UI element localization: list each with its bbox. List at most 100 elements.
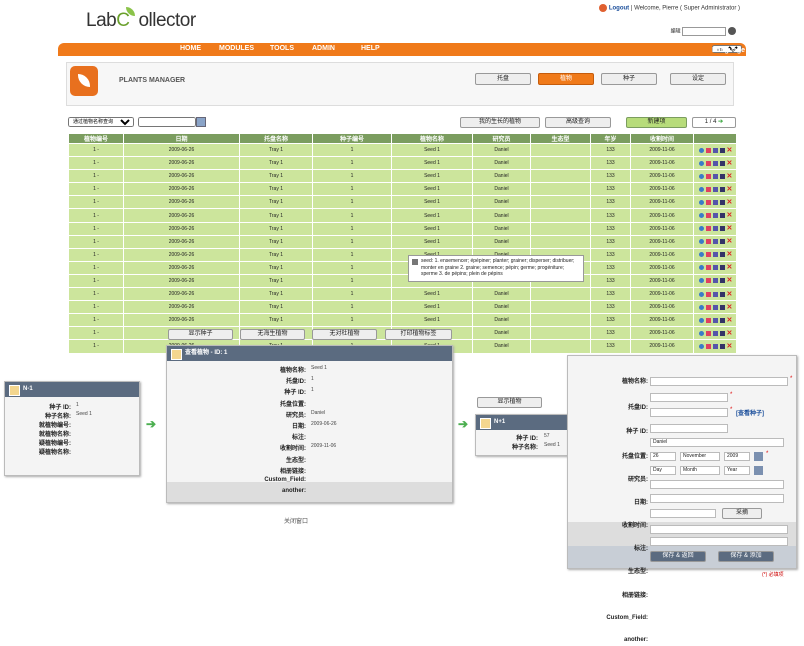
copy-icon[interactable] (712, 186, 718, 192)
close-window-link[interactable]: 关闭窗口 (284, 516, 308, 525)
copy-icon[interactable] (712, 226, 718, 232)
delete-icon[interactable]: ✕ (727, 225, 733, 232)
delete-icon[interactable]: ✕ (727, 251, 733, 258)
table-row[interactable]: 1 -2009-06-26Tray 11Seed 1Daniel1332009-… (68, 195, 737, 210)
copy-icon[interactable] (712, 317, 718, 323)
ecotype-input[interactable] (650, 494, 784, 503)
barcode-icon[interactable] (719, 343, 725, 349)
harvest-year-select[interactable]: Year (724, 466, 750, 475)
barcode-icon[interactable] (719, 317, 725, 323)
edit-icon[interactable] (705, 173, 711, 179)
table-row[interactable]: 1 -2009-06-26Tray 11Seed 1Daniel1332009-… (68, 287, 737, 302)
search-icon[interactable] (196, 117, 206, 127)
delete-icon[interactable]: ✕ (727, 160, 733, 167)
harvest-month-select[interactable]: Month (680, 466, 720, 475)
tray-position-input[interactable] (650, 424, 728, 433)
search-field-select[interactable]: 通过植物名称查询 (68, 117, 134, 127)
barcode-icon[interactable] (719, 265, 725, 271)
edit-icon[interactable] (705, 330, 711, 336)
barcode-icon[interactable] (719, 226, 725, 232)
save-add-button[interactable]: 保存 & 添加 (718, 551, 774, 562)
column-header[interactable]: 收割时间 (630, 133, 694, 144)
view-icon[interactable] (698, 213, 704, 219)
edit-icon[interactable] (705, 343, 711, 349)
view-icon[interactable] (698, 278, 704, 284)
tab-settings[interactable]: 设定 (670, 73, 726, 85)
view-icon[interactable] (698, 199, 704, 205)
view-icon[interactable] (698, 173, 704, 179)
column-header[interactable] (693, 133, 737, 144)
another-input[interactable] (650, 537, 788, 546)
pager[interactable]: 1 / 4 ➔ (692, 117, 736, 128)
edit-icon[interactable] (705, 199, 711, 205)
table-row[interactable]: 1 -2009-06-26Tray 11Seed 1Daniel1332009-… (68, 169, 737, 184)
next-arrow-icon[interactable]: ➔ (718, 119, 723, 125)
edit-icon[interactable] (705, 291, 711, 297)
edit-icon[interactable] (705, 265, 711, 271)
delete-icon[interactable]: ✕ (727, 304, 733, 311)
edit-icon[interactable] (705, 239, 711, 245)
copy-icon[interactable] (712, 173, 718, 179)
view-icon[interactable] (698, 343, 704, 349)
table-row[interactable]: 1 -2009-06-26Tray 11Seed 1Daniel1332009-… (68, 260, 737, 275)
view-icon[interactable] (698, 330, 704, 336)
plant-name-input[interactable] (650, 377, 788, 386)
nav-modules[interactable]: MODULES (219, 45, 254, 52)
column-header[interactable]: 植物编号 (68, 133, 124, 144)
table-row[interactable]: 1 -2009-06-26Tray 11Seed 1Daniel1332009-… (68, 142, 737, 158)
copy-icon[interactable] (712, 304, 718, 310)
delete-icon[interactable]: ✕ (727, 147, 733, 154)
column-header[interactable]: 生态型 (530, 133, 591, 144)
column-header[interactable]: 托盘名称 (239, 133, 313, 144)
nav-help[interactable]: HELP (361, 45, 380, 52)
edit-icon[interactable] (705, 186, 711, 192)
save-back-button[interactable]: 保存 & 返回 (650, 551, 706, 562)
browse-button[interactable]: 采摘 (722, 508, 762, 519)
copy-icon[interactable] (712, 147, 718, 153)
view-icon[interactable] (698, 186, 704, 192)
researcher-select[interactable]: Daniel (650, 438, 784, 447)
tray-id-input[interactable] (650, 393, 728, 402)
delete-icon[interactable]: ✕ (727, 186, 733, 193)
copy-icon[interactable] (712, 330, 718, 336)
tab-seeds[interactable]: 种子 (601, 73, 657, 85)
barcode-icon[interactable] (719, 252, 725, 258)
copy-icon[interactable] (712, 278, 718, 284)
my-plants-button[interactable]: 我的生长的植物 (460, 117, 540, 128)
column-header[interactable]: 植物名称 (391, 133, 473, 144)
edit-icon[interactable] (705, 226, 711, 232)
barcode-icon[interactable] (719, 213, 725, 219)
delete-icon[interactable]: ✕ (727, 238, 733, 245)
barcode-icon[interactable] (719, 278, 725, 284)
date-day-select[interactable]: 26 (650, 452, 676, 461)
copy-icon[interactable] (712, 265, 718, 271)
table-row[interactable]: 1 -2009-06-26Tray 11Seed 1Daniel1332009-… (68, 182, 737, 197)
prev-plant-button[interactable]: 无海生植物 (240, 329, 305, 340)
delete-icon[interactable]: ✕ (727, 277, 733, 284)
view-icon[interactable] (698, 317, 704, 323)
table-row[interactable]: 1 -2009-06-26Tray 11Seed 1Daniel1332009-… (68, 247, 737, 262)
edit-icon[interactable] (705, 160, 711, 166)
barcode-icon[interactable] (719, 291, 725, 297)
delete-icon[interactable]: ✕ (727, 199, 733, 206)
view-icon[interactable] (698, 265, 704, 271)
edit-icon[interactable] (705, 252, 711, 258)
calendar-icon[interactable] (754, 466, 763, 475)
calendar-icon[interactable] (754, 452, 763, 461)
column-header[interactable]: 种子编号 (312, 133, 392, 144)
stepper-input[interactable] (682, 27, 727, 37)
view-icon[interactable] (698, 239, 704, 245)
bug-icon[interactable] (728, 27, 736, 35)
delete-icon[interactable]: ✕ (727, 291, 733, 298)
delete-icon[interactable]: ✕ (727, 317, 733, 324)
table-row[interactable]: 1 -2009-06-26Tray 11Seed 1Daniel1332009-… (68, 208, 737, 223)
nav-tools[interactable]: TOOLS (270, 45, 294, 52)
show-seed-button[interactable]: 显示种子 (168, 329, 233, 340)
copy-icon[interactable] (712, 291, 718, 297)
barcode-icon[interactable] (719, 330, 725, 336)
copy-icon[interactable] (712, 199, 718, 205)
table-row[interactable]: 1 -2009-06-26Tray 11Seed 1Daniel1332009-… (68, 234, 737, 249)
copy-icon[interactable] (712, 160, 718, 166)
delete-icon[interactable]: ✕ (727, 343, 733, 350)
barcode-icon[interactable] (719, 160, 725, 166)
